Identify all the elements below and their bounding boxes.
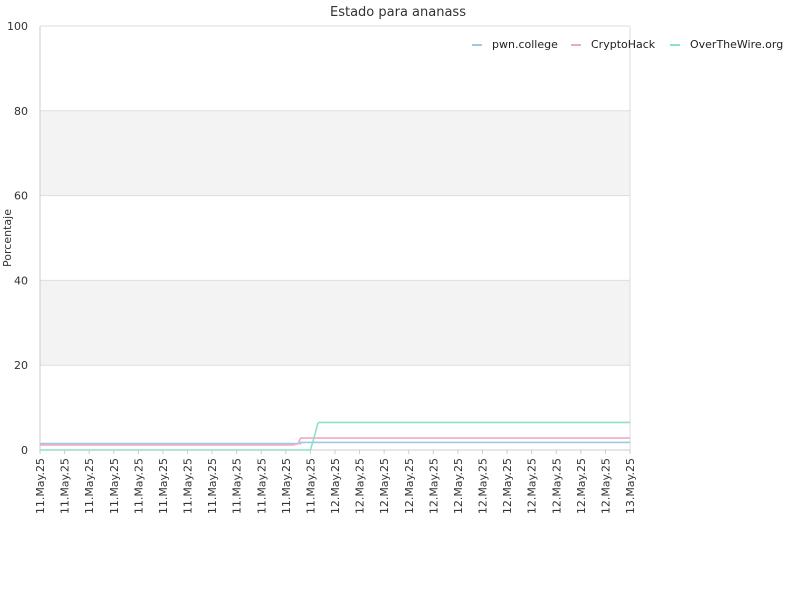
grid-lines: [40, 25, 630, 451]
y-axis-label: Porcentaje: [1, 209, 14, 267]
legend-label: CryptoHack: [591, 38, 656, 51]
y-tick-label: 60: [14, 190, 28, 203]
x-tick-label: 12.May.25: [378, 458, 391, 514]
x-tick-label: 11.May.25: [132, 458, 145, 514]
y-tick-label: 80: [14, 105, 28, 118]
x-tick-label: 12.May.25: [575, 458, 588, 514]
legend-label: OverTheWire.org: [690, 38, 783, 51]
x-tick-label: 12.May.25: [550, 458, 563, 514]
legend: pwn.college CryptoHack OverTheWire.org: [472, 38, 783, 51]
x-tick-label: 12.May.25: [526, 458, 539, 514]
y-tick-label: 40: [14, 274, 28, 287]
grid-band: [40, 110, 630, 196]
x-tick-label: 12.May.25: [501, 458, 514, 514]
x-tick-label: 12.May.25: [599, 458, 612, 514]
x-tick-label: 11.May.25: [157, 458, 170, 514]
x-tick-label: 13.May.25: [624, 458, 637, 514]
legend-item: CryptoHack: [571, 38, 656, 51]
y-tick-label: 100: [7, 20, 28, 33]
series-group: [40, 421, 630, 451]
series-line-pwn-college: [40, 441, 630, 445]
grid-band: [40, 280, 630, 366]
legend-item: OverTheWire.org: [670, 38, 783, 51]
x-tick-label: 11.May.25: [206, 458, 219, 514]
x-tick-label: 11.May.25: [255, 458, 268, 514]
x-tick-label: 11.May.25: [59, 458, 72, 514]
x-tick-label: 11.May.25: [83, 458, 96, 514]
x-tick-labels: 11.May.25 11.May.25 11.May.25 11.May.25 11.M…: [34, 450, 637, 514]
x-tick-label: 11.May.25: [231, 458, 244, 514]
grid-bands: [40, 110, 630, 366]
y-tick-label: 0: [21, 444, 28, 457]
x-tick-label: 12.May.25: [403, 458, 416, 514]
series-line-overthewire-org: [40, 421, 630, 451]
x-tick-label: 12.May.25: [477, 458, 490, 514]
x-tick-label: 11.May.25: [34, 458, 47, 514]
chart-title: Estado para ananass: [330, 5, 466, 20]
chart: 020406080100 11.May.25 11.May.25 11.May.25…: [1, 5, 783, 514]
x-tick-label: 11.May.25: [280, 458, 293, 514]
legend-label: pwn.college: [492, 38, 558, 51]
x-tick-label: 12.May.25: [427, 458, 440, 514]
x-tick-label: 11.May.25: [304, 458, 317, 514]
x-tick-label: 11.May.25: [182, 458, 195, 514]
legend-item: pwn.college: [472, 38, 558, 51]
x-tick-label: 12.May.25: [329, 458, 342, 514]
x-tick-label: 12.May.25: [354, 458, 367, 514]
x-tick-label: 11.May.25: [108, 458, 121, 514]
y-tick-label: 20: [14, 359, 28, 372]
axes: [39, 26, 631, 451]
x-tick-label: 12.May.25: [452, 458, 465, 514]
